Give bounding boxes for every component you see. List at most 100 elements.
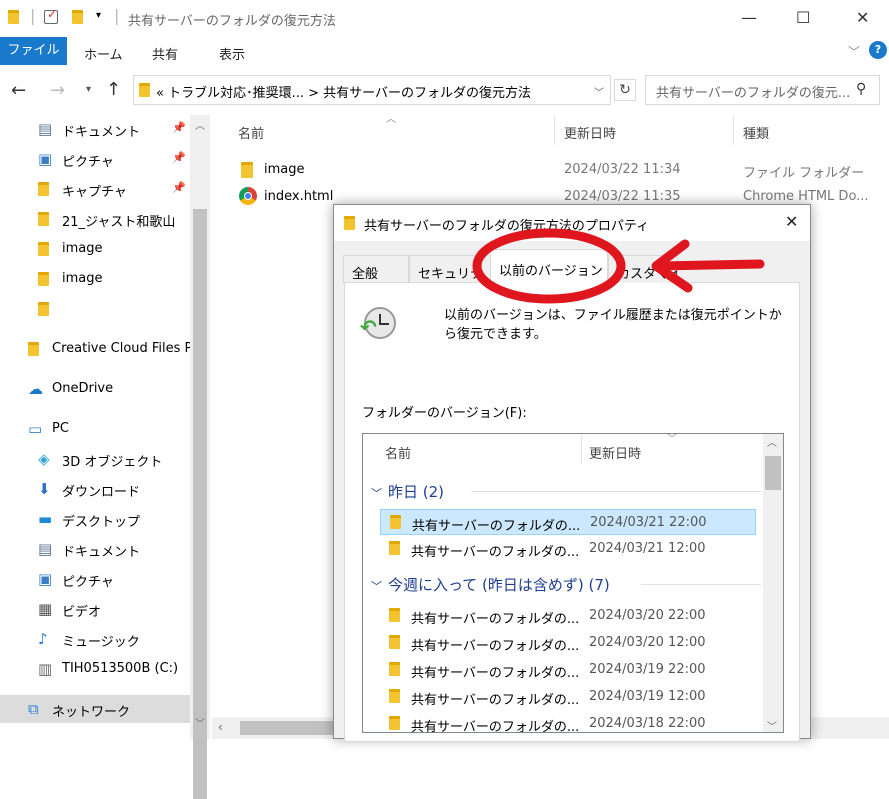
sidebar-item-label: image: [62, 241, 103, 256]
video-icon: ▦: [38, 600, 53, 618]
sort-indicator-icon: ︿: [386, 114, 396, 125]
scrollbar-thumb[interactable]: [193, 209, 207, 799]
scrollbar-thumb[interactable]: [765, 456, 781, 490]
version-row[interactable]: 共有サーバーのフォルダの... 2024/03/20 22:00: [380, 603, 756, 629]
column-date[interactable]: 更新日時: [564, 123, 616, 142]
desktop-icon: ▬: [38, 510, 53, 528]
pin-icon[interactable]: 📌: [172, 151, 186, 164]
scroll-up-icon[interactable]: ︿: [767, 434, 777, 449]
tab-general[interactable]: 全般: [343, 255, 409, 283]
sidebar-item[interactable]: ☁ OneDrive: [0, 375, 190, 403]
back-arrow-icon[interactable]: ←: [11, 80, 26, 101]
file-name[interactable]: index.html: [264, 189, 333, 204]
tab-home[interactable]: ホーム: [84, 44, 123, 63]
sidebar-scrollbar[interactable]: ︿ ﹀: [190, 115, 210, 799]
scroll-left-icon[interactable]: ‹: [218, 720, 223, 734]
pc-icon: ▭: [28, 420, 43, 438]
sidebar-item-label: image: [62, 271, 103, 286]
sidebar-item[interactable]: Creative Cloud Files P: [0, 335, 190, 363]
sidebar-item[interactable]: image: [0, 265, 190, 293]
sidebar-item[interactable]: ♪ ミュージック: [0, 625, 190, 653]
sidebar-item[interactable]: ▤ ドキュメント: [0, 535, 190, 563]
version-row[interactable]: 共有サーバーのフォルダの... 2024/03/18 22:00: [380, 711, 756, 732]
tab-view[interactable]: 表示: [219, 44, 245, 63]
customize-quick-access-icon[interactable]: ▾: [96, 10, 101, 21]
sidebar-item[interactable]: ◈ 3D オブジェクト: [0, 445, 190, 473]
properties-quick-icon[interactable]: ✓: [44, 7, 58, 24]
sidebar-item[interactable]: ▤ ドキュメント 📌: [0, 115, 190, 143]
version-row[interactable]: 共有サーバーのフォルダの... 2024/03/21 22:00: [380, 509, 756, 535]
column-divider[interactable]: [554, 115, 555, 145]
versions-list[interactable]: 名前 更新日時 ﹀ ﹀ 昨日 (2) 共有サーバーのフォルダの... 2024/0…: [362, 433, 784, 733]
pin-icon[interactable]: 📌: [172, 121, 186, 134]
expand-ribbon-icon[interactable]: ﹀: [848, 43, 860, 60]
column-date[interactable]: 更新日時: [589, 443, 641, 462]
version-date: 2024/03/19 12:00: [589, 689, 706, 704]
address-bar[interactable]: « トラブル対応･推奨環... > 共有サーバーのフォルダの復元方法 ﹀: [133, 75, 611, 105]
version-row[interactable]: 共有サーバーのフォルダの... 2024/03/19 22:00: [380, 657, 756, 683]
help-icon[interactable]: ?: [869, 41, 887, 59]
version-name: 共有サーバーのフォルダの...: [411, 612, 580, 627]
sidebar-item[interactable]: image: [0, 235, 190, 263]
minimize-button[interactable]: —: [741, 8, 757, 27]
column-name[interactable]: 名前: [238, 123, 264, 142]
sidebar-item-label: デスクトップ: [62, 515, 141, 530]
recent-locations-icon[interactable]: ▾: [86, 84, 91, 95]
sidebar-item-label: キャプチャ: [62, 185, 127, 200]
sidebar-item-label: ドキュメント: [62, 125, 141, 140]
close-button[interactable]: ✕: [856, 8, 869, 27]
folder-icon: [389, 541, 400, 555]
address-dropdown-icon[interactable]: ﹀: [594, 84, 604, 99]
new-folder-quick-icon[interactable]: [72, 10, 83, 24]
maximize-button[interactable]: ☐: [796, 8, 810, 27]
refresh-icon[interactable]: ↻: [614, 79, 636, 101]
group-header-this-week[interactable]: ﹀ 今週に入って (昨日は含めず) (7): [371, 574, 761, 595]
column-name[interactable]: 名前: [385, 443, 411, 462]
chevron-down-icon[interactable]: ﹀: [371, 580, 382, 593]
folder-icon: [38, 181, 54, 197]
up-arrow-icon[interactable]: ↑: [106, 79, 121, 100]
folder-icon: [38, 241, 54, 257]
sidebar-item[interactable]: ⬇ ダウンロード: [0, 475, 190, 503]
versions-label: フォルダーのバージョン(F):: [362, 406, 527, 421]
version-row[interactable]: 共有サーバーのフォルダの... 2024/03/20 12:00: [380, 630, 756, 656]
scroll-down-icon[interactable]: ﹀: [767, 718, 777, 732]
sidebar-item[interactable]: ▥ TIH0513500B (C:): [0, 655, 190, 683]
column-divider[interactable]: [581, 434, 582, 464]
sidebar-item[interactable]: ▣ ピクチャ 📌: [0, 145, 190, 173]
scroll-up-icon[interactable]: ︿: [195, 117, 205, 132]
scrollbar-thumb[interactable]: [240, 721, 334, 735]
sidebar-item[interactable]: キャプチャ 📌: [0, 175, 190, 203]
ribbon: ファイル ホーム 共有 表示 ﹀ ?: [0, 37, 889, 66]
file-tab[interactable]: ファイル: [0, 37, 67, 65]
file-name[interactable]: image: [264, 162, 305, 177]
scroll-down-icon[interactable]: ﹀: [195, 715, 205, 730]
dialog-close-button[interactable]: ✕: [785, 212, 798, 231]
search-box[interactable]: 共有サーバーのフォルダの復元... ⚲: [645, 75, 880, 105]
column-divider[interactable]: [733, 115, 734, 145]
search-icon[interactable]: ⚲: [856, 81, 866, 97]
breadcrumb[interactable]: « トラブル対応･推奨環... > 共有サーバーのフォルダの復元方法: [156, 82, 531, 101]
versions-scrollbar[interactable]: ︿ ﹀: [763, 434, 783, 732]
version-row[interactable]: 共有サーバーのフォルダの... 2024/03/21 12:00: [380, 536, 756, 562]
sidebar-item[interactable]: 21_ジャスト和歌山: [0, 205, 190, 233]
pictures-icon: ▣: [38, 570, 53, 588]
sidebar-item[interactable]: ⧉ ネットワーク: [0, 695, 190, 723]
forward-arrow-icon[interactable]: →: [50, 80, 65, 101]
version-date: 2024/03/21 12:00: [589, 541, 706, 556]
group-header-yesterday[interactable]: ﹀ 昨日 (2): [371, 481, 761, 502]
sidebar-item[interactable]: ▣ ピクチャ: [0, 565, 190, 593]
folder-icon: [390, 515, 401, 529]
pin-icon[interactable]: 📌: [172, 181, 186, 194]
chevron-down-icon[interactable]: ﹀: [371, 487, 382, 500]
sidebar-item[interactable]: ▦ ビデオ: [0, 595, 190, 623]
column-type[interactable]: 種類: [743, 123, 769, 142]
tab-share[interactable]: 共有: [152, 44, 178, 63]
sidebar-item[interactable]: [0, 295, 190, 323]
version-row[interactable]: 共有サーバーのフォルダの... 2024/03/19 12:00: [380, 684, 756, 710]
folder-icon: [38, 271, 54, 287]
sidebar-item[interactable]: ▭ PC: [0, 415, 190, 443]
document-icon: ▤: [38, 120, 53, 138]
file-type: ファイル フォルダー: [743, 166, 865, 181]
sidebar-item[interactable]: ▬ デスクトップ: [0, 505, 190, 533]
